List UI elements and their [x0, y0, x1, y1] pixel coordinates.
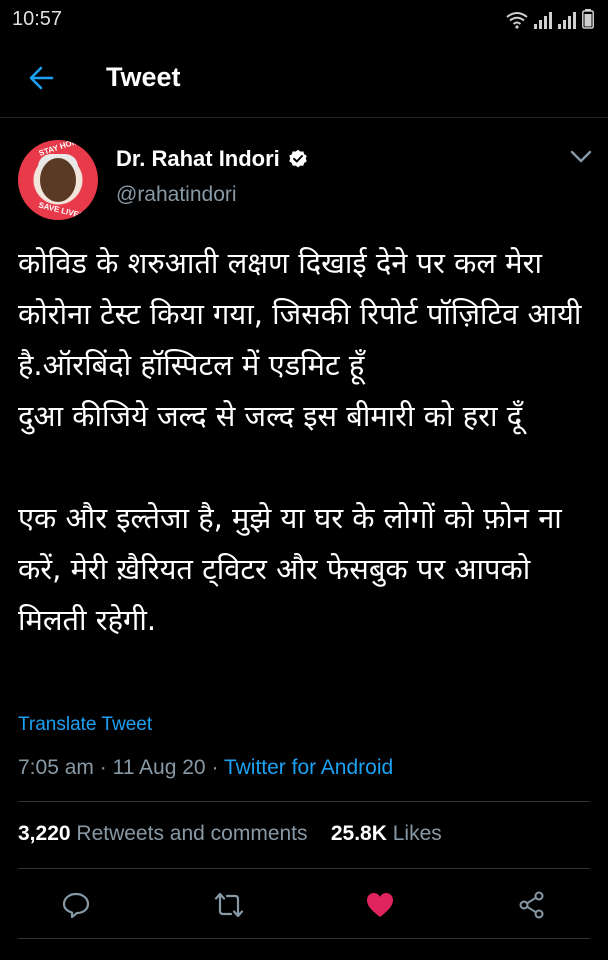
- share-icon[interactable]: [517, 890, 547, 920]
- status-bar: 10:57: [0, 0, 608, 38]
- tweet-paragraph: एक और इल्तेजा है, मुझे या घर के लोगों को…: [18, 501, 572, 637]
- divider: [18, 938, 590, 939]
- page-title: Tweet: [106, 62, 181, 92]
- retweet-icon[interactable]: [214, 890, 244, 920]
- tweet-time: 7:05 am: [18, 756, 94, 779]
- retweets-label: Retweets and comments: [76, 822, 308, 845]
- heart-icon[interactable]: [365, 890, 395, 920]
- tweet-paragraph: कोविड के शरुआती लक्षण दिखाई देने पर कल म…: [18, 246, 582, 433]
- translate-tweet-link[interactable]: Translate Tweet: [18, 714, 152, 736]
- avatar-ring-text-bottom: SAVE LIVES: [37, 200, 85, 220]
- wifi-icon: [506, 12, 528, 29]
- divider: [18, 801, 590, 802]
- likes-label: Likes: [392, 822, 442, 845]
- chevron-down-icon[interactable]: [570, 150, 592, 164]
- tweet-author: STAY HOME SAVE LIVES Dr. Rahat Indori @r…: [18, 140, 598, 220]
- comment-icon[interactable]: [61, 890, 91, 920]
- app-header: Tweet: [0, 38, 608, 118]
- tweet-paragraph-spacer: [18, 442, 594, 493]
- likes-count: 25.8K: [330, 822, 387, 845]
- author-name-row: Dr. Rahat Indori: [116, 146, 308, 172]
- divider: [18, 868, 590, 869]
- verified-badge-icon: [289, 149, 307, 168]
- author-handle[interactable]: @rahatindori: [116, 183, 237, 207]
- avatar-face: [40, 158, 76, 202]
- signal-icon-2: [558, 12, 576, 29]
- likes-stat[interactable]: 25.8K Likes: [331, 822, 442, 845]
- tweet-date: 11 Aug 20: [112, 756, 206, 779]
- meta-separator: ·: [99, 756, 107, 779]
- tweet-actions: [0, 880, 608, 930]
- battery-icon: [582, 9, 594, 29]
- tweet-stats: 3,220 Retweets and comments 25.8K Likes: [18, 822, 442, 846]
- status-icons: [506, 9, 594, 29]
- arrow-left-icon[interactable]: [28, 65, 54, 91]
- tweet-text: कोविड के शरुआती लक्षण दिखाई देने पर कल म…: [18, 238, 594, 646]
- tweet-meta: 7:05 am · 11 Aug 20 · Twitter for Androi…: [18, 756, 393, 780]
- tweet-source-link[interactable]: Twitter for Android: [224, 756, 393, 779]
- retweets-stat[interactable]: 3,220 Retweets and comments: [18, 822, 308, 845]
- signal-icon-1: [534, 12, 552, 29]
- status-time: 10:57: [12, 7, 63, 30]
- author-name[interactable]: Dr. Rahat Indori: [116, 146, 280, 172]
- avatar[interactable]: STAY HOME SAVE LIVES: [18, 140, 98, 220]
- meta-separator: ·: [211, 756, 219, 779]
- retweets-count: 3,220: [18, 822, 71, 845]
